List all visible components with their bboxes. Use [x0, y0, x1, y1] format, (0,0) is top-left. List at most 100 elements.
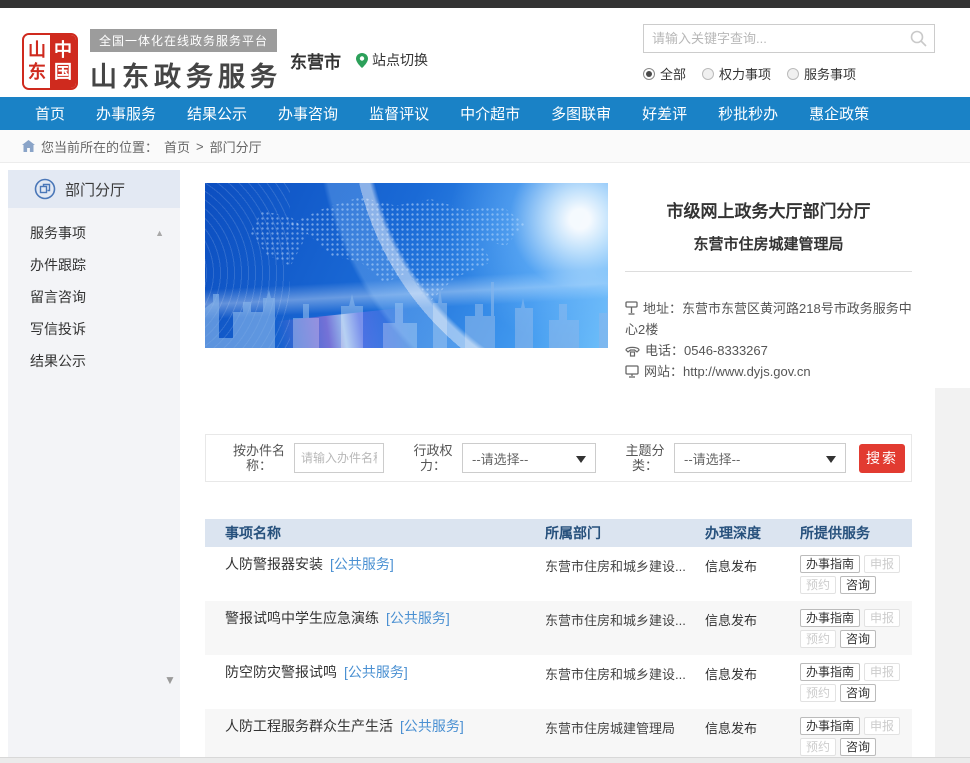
guide-button[interactable]: 办事指南 [800, 609, 860, 627]
banner-planet-arc [205, 183, 608, 348]
sidebar-item-service-items[interactable]: 服务事项 ▲ [8, 217, 180, 249]
department-cell: 东营市住房和城乡建设... [545, 663, 705, 683]
sidebar-item-message-consult[interactable]: 留言咨询 [8, 281, 180, 313]
nav-enterprise-policy[interactable]: 惠企政策 [809, 103, 869, 124]
hall-title: 市级网上政务大厅部门分厅 [625, 197, 912, 222]
department-hero: 市级网上政务大厅部门分厅 东营市住房城建管理局 地址：东营市东营区黄河路218号… [205, 183, 912, 382]
reserve-button: 预约 [800, 684, 836, 702]
site-switch-link[interactable]: 站点切换 [356, 50, 428, 70]
sidebar-item-complaint[interactable]: 写信投诉 [8, 313, 180, 345]
radio-power-items[interactable]: 权力事项 [702, 64, 771, 83]
col-services: 所提供服务 [800, 523, 912, 543]
public-service-tag[interactable]: [公共服务] [344, 664, 408, 680]
main-nav: 首页 办事服务 结果公示 办事咨询 监督评议 中介超市 多图联审 好差评 秒批秒… [0, 97, 970, 130]
seal-char: 中 [54, 40, 72, 62]
select-value: --请选择-- [472, 449, 528, 468]
radio-unselected-icon[interactable] [787, 68, 799, 80]
consult-button[interactable]: 咨询 [840, 738, 876, 756]
item-name-cell: 警报试鸣中学生应急演练 [公共服务] [225, 609, 545, 628]
radio-label: 全部 [660, 64, 686, 83]
consult-button[interactable]: 咨询 [840, 576, 876, 594]
sidebar: 部门分厅 服务事项 ▲ 办件跟踪 留言咨询 写信投诉 结果公示 ▼ [8, 170, 180, 757]
location-pin-icon [356, 53, 368, 68]
breadcrumb-home[interactable]: 首页 [164, 137, 190, 156]
address-line: 地址：东营市东营区黄河路218号市政务服务中心2楼 [625, 298, 912, 340]
main-content: 市级网上政务大厅部门分厅 东营市住房城建管理局 地址：东营市东营区黄河路218号… [205, 183, 912, 763]
breadcrumb-separator: > [196, 139, 204, 154]
sidebar-item-results[interactable]: 结果公示 [8, 345, 180, 377]
col-depth: 办理深度 [705, 523, 800, 543]
radio-service-items[interactable]: 服务事项 [787, 64, 856, 83]
depth-cell: 信息发布 [705, 717, 800, 737]
keyword-search[interactable] [643, 24, 935, 53]
nav-rating[interactable]: 好差评 [642, 103, 687, 124]
guide-button[interactable]: 办事指南 [800, 717, 860, 735]
item-name: 防空防灾警报试鸣 [225, 664, 337, 680]
page: 山 东 中 国 全国一体化在线政务服务平台 山东政务服务 东营市 站点切换 [0, 0, 970, 763]
triangle-up-icon[interactable]: ▲ [155, 217, 164, 249]
apply-button: 申报 [864, 663, 900, 681]
department-cell: 东营市住房和城乡建设... [545, 609, 705, 629]
nav-consult[interactable]: 办事咨询 [278, 103, 338, 124]
table-row[interactable]: 人防警报器安装[公共服务] 东营市住房和城乡建设... 信息发布 办事指南申报预… [205, 547, 912, 601]
power-type-select[interactable]: --请选择-- [462, 443, 596, 473]
nav-supervision[interactable]: 监督评议 [369, 103, 429, 124]
consult-button[interactable]: 咨询 [840, 684, 876, 702]
radio-all[interactable]: 全部 [643, 64, 686, 83]
search-button[interactable]: 搜索 [859, 444, 905, 473]
page-bottom-edge [0, 757, 970, 763]
services-cell: 办事指南申报预约咨询 [800, 663, 912, 705]
nav-multi-review[interactable]: 多图联审 [551, 103, 611, 124]
nav-instant[interactable]: 秒批秒办 [718, 103, 778, 124]
top-strip [0, 0, 970, 8]
radio-unselected-icon[interactable] [702, 68, 714, 80]
nav-results[interactable]: 结果公示 [187, 103, 247, 124]
depth-cell: 信息发布 [705, 555, 800, 575]
guide-button[interactable]: 办事指南 [800, 555, 860, 573]
topic-category-select[interactable]: --请选择-- [674, 443, 846, 473]
public-service-tag[interactable]: [公共服务] [330, 556, 394, 572]
table-row[interactable]: 警报试鸣中学生应急演练[公共服务] 东营市住房和城乡建设... 信息发布 办事指… [205, 601, 912, 655]
item-name: 人防工程服务群众生产生活 [225, 718, 393, 734]
table-row[interactable]: 防空防灾警报试鸣 [公共服务] 东营市住房和城乡建设... 信息发布 办事指南申报… [205, 655, 912, 709]
item-name-cell: 人防工程服务群众生产生活 [公共服务] [225, 717, 545, 736]
site-name: 山东政务服务 [90, 55, 282, 94]
services-cell: 办事指南申报预约咨询 [800, 555, 912, 597]
item-name-input[interactable] [294, 443, 384, 473]
divider [625, 271, 912, 272]
department-hall-icon [34, 178, 56, 200]
phone-icon [625, 345, 640, 357]
nav-services[interactable]: 办事服务 [96, 103, 156, 124]
guide-button[interactable]: 办事指南 [800, 663, 860, 681]
department-cell: 东营市住房城建管理局 [545, 717, 705, 737]
site-logo[interactable]: 山 东 中 国 全国一体化在线政务服务平台 山东政务服务 [22, 29, 282, 94]
table-row[interactable]: 人防工程服务群众生产生活[公共服务] 东营市住房城建管理局 信息发布 办事指南申… [205, 709, 912, 763]
table-body: 人防警报器安装[公共服务] 东营市住房和城乡建设... 信息发布 办事指南申报预… [205, 547, 912, 763]
nav-intermediary[interactable]: 中介超市 [460, 103, 520, 124]
item-name: 警报试鸣中学生应急演练 [225, 610, 379, 626]
power-type-label: 行政权力： [410, 443, 456, 473]
search-icon[interactable] [910, 30, 927, 47]
table-header: 事项名称 所属部门 办理深度 所提供服务 [205, 519, 912, 547]
depth-cell: 信息发布 [705, 663, 800, 683]
radio-selected-icon[interactable] [643, 68, 655, 80]
platform-badge: 全国一体化在线政务服务平台 [90, 29, 277, 52]
chevron-down-icon [826, 456, 836, 463]
scroll-down-icon[interactable]: ▼ [164, 673, 176, 687]
website-text[interactable]: 网站：http://www.dyjs.gov.cn [644, 364, 811, 379]
department-info-panel: 市级网上政务大厅部门分厅 东营市住房城建管理局 地址：东营市东营区黄河路218号… [625, 183, 912, 382]
address-text: 地址：东营市东营区黄河路218号市政务服务中心2楼 [625, 301, 912, 337]
sidebar-item-case-tracking[interactable]: 办件跟踪 [8, 249, 180, 281]
seal-right: 中 国 [50, 35, 76, 88]
phone-text: 电话：0546-8333267 [645, 343, 768, 358]
public-service-tag[interactable]: [公共服务] [386, 610, 450, 626]
sidebar-title: 部门分厅 [65, 179, 125, 200]
nav-home[interactable]: 首页 [35, 103, 65, 124]
shandong-seal-logo: 山 东 中 国 [22, 33, 78, 90]
reserve-button: 预约 [800, 576, 836, 594]
contact-block: 地址：东营市东营区黄河路218号市政务服务中心2楼 电话：0546-833326… [625, 298, 912, 382]
public-service-tag[interactable]: [公共服务] [400, 718, 464, 734]
select-value: --请选择-- [684, 449, 740, 468]
consult-button[interactable]: 咨询 [840, 630, 876, 648]
keyword-search-input[interactable] [644, 31, 910, 46]
